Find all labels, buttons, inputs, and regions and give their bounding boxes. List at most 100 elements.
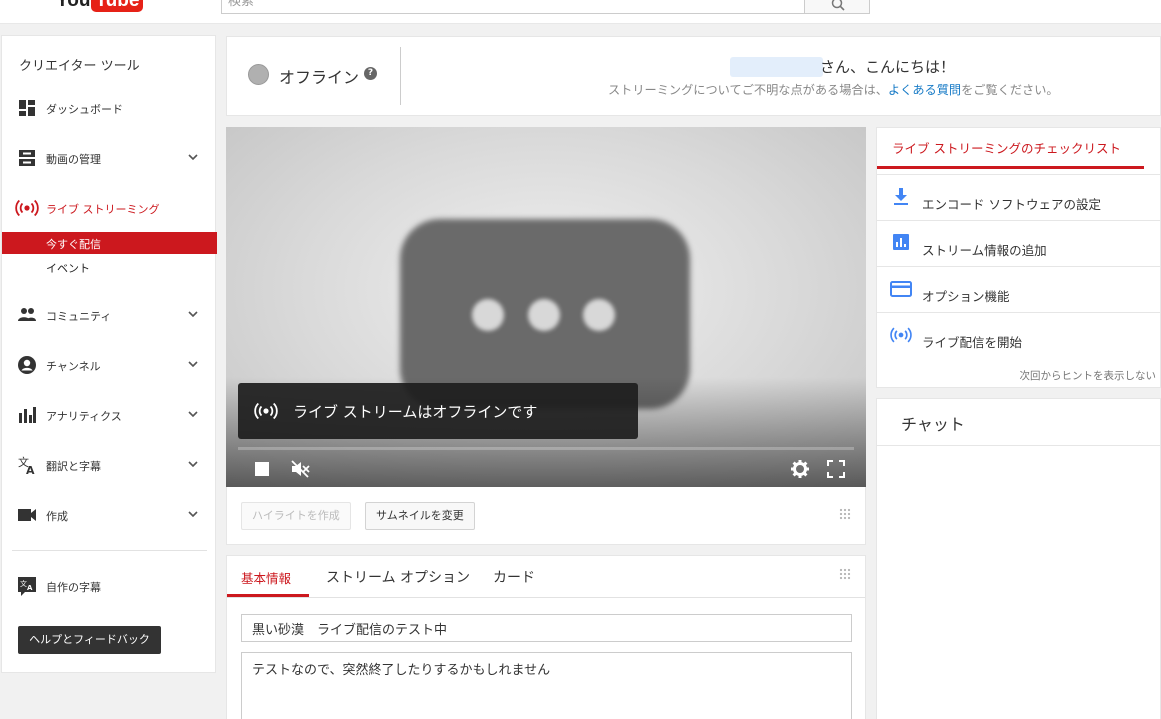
tab-cards[interactable]: カード bbox=[493, 567, 535, 587]
top-bar: You Tube 検索 bbox=[0, 0, 1161, 24]
live-icon bbox=[15, 199, 39, 217]
community-icon bbox=[18, 308, 36, 321]
chevron-down-icon[interactable] bbox=[187, 151, 199, 163]
sidebar-item-live-streaming[interactable]: ライブ ストリーミング bbox=[2, 195, 215, 221]
change-thumbnail-button[interactable]: サムネイルを変更 bbox=[365, 502, 475, 530]
svg-text:A: A bbox=[26, 464, 35, 475]
username-redacted bbox=[730, 57, 823, 77]
chevron-down-icon[interactable] bbox=[187, 508, 199, 520]
chat-divider bbox=[877, 445, 1161, 446]
sidebar-item-video-manager[interactable]: 動画の管理 bbox=[2, 145, 215, 171]
video-manager-icon bbox=[19, 150, 35, 166]
checklist-title: ライブ ストリーミングのチェックリスト bbox=[892, 141, 1121, 156]
sidebar-item-community[interactable]: コミュニティ bbox=[2, 302, 215, 328]
checklist-item-label: エンコード ソフトウェアの設定 bbox=[922, 197, 1101, 212]
sidebar-item-create[interactable]: 作成 bbox=[2, 502, 215, 528]
sidebar-item-label: コミュニティ bbox=[46, 310, 112, 323]
checklist-item-options[interactable]: オプション機能 bbox=[877, 266, 1161, 312]
dashboard-icon bbox=[19, 100, 35, 116]
sidebar-subitem-label: 今すぐ配信 bbox=[46, 238, 101, 251]
sidebar-item-label: ライブ ストリーミング bbox=[46, 203, 160, 216]
sidebar-item-dashboard[interactable]: ダッシュボード bbox=[2, 95, 215, 121]
tab-basic-info[interactable]: 基本情報 bbox=[241, 568, 291, 587]
help-icon[interactable]: ? bbox=[364, 67, 377, 80]
status-text: オフライン bbox=[279, 68, 360, 87]
drag-handle-icon[interactable] bbox=[839, 508, 851, 520]
offline-message: ライブ ストリームはオフラインです bbox=[293, 403, 538, 421]
settings-gear-icon[interactable] bbox=[790, 459, 810, 479]
sidebar: クリエイター ツール ダッシュボード 動画の管理 ライブ ストリーミング 今すぐ… bbox=[1, 35, 217, 673]
download-icon bbox=[894, 188, 908, 205]
offline-banner: ライブ ストリームはオフラインです bbox=[238, 383, 638, 439]
placeholder-dot bbox=[583, 299, 615, 331]
hide-tips-link[interactable]: 次回からヒントを表示しない bbox=[1020, 368, 1157, 383]
checklist-item-encoder[interactable]: エンコード ソフトウェアの設定 bbox=[877, 174, 1161, 220]
chevron-down-icon[interactable] bbox=[187, 408, 199, 420]
stop-icon[interactable] bbox=[252, 459, 272, 479]
placeholder-dot bbox=[528, 299, 560, 331]
search-input[interactable]: 検索 bbox=[221, 0, 805, 14]
checklist-item-label: オプション機能 bbox=[922, 289, 1010, 304]
create-highlight-button[interactable]: ハイライトを作成 bbox=[241, 502, 351, 530]
sidebar-item-your-subtitles[interactable]: 文A 自作の字幕 bbox=[2, 573, 215, 599]
sidebar-item-label: ダッシュボード bbox=[46, 103, 123, 116]
tabs-divider bbox=[227, 597, 865, 598]
channel-icon bbox=[18, 356, 36, 374]
sidebar-subitem-events[interactable]: イベント bbox=[2, 256, 217, 278]
stream-info-card: 基本情報 ストリーム オプション カード テストなので、突然終了したりするかもし… bbox=[226, 555, 866, 719]
status-separator bbox=[400, 47, 401, 105]
translate-icon: 文A bbox=[18, 455, 35, 475]
sidebar-divider bbox=[12, 550, 207, 551]
description-field[interactable]: テストなので、突然終了したりするかもしれません bbox=[241, 652, 852, 719]
help-text: ストリーミングについてご不明な点がある場合は、よくある質問をご覧ください。 bbox=[608, 80, 1059, 98]
title-field[interactable] bbox=[241, 614, 852, 642]
search-button[interactable] bbox=[804, 0, 870, 14]
chevron-down-icon[interactable] bbox=[187, 358, 199, 370]
mute-icon[interactable] bbox=[290, 459, 310, 479]
sidebar-subitem-live-now[interactable]: 今すぐ配信 bbox=[2, 232, 217, 254]
video-player[interactable]: ライブ ストリームはオフラインです bbox=[226, 127, 866, 487]
subtitles-icon: 文A bbox=[18, 577, 36, 596]
player-actions: ハイライトを作成 サムネイルを変更 bbox=[226, 487, 866, 545]
progress-bar[interactable] bbox=[238, 447, 854, 450]
faq-link[interactable]: よくある質問 bbox=[888, 83, 961, 97]
chevron-down-icon[interactable] bbox=[187, 458, 199, 470]
svg-text:文: 文 bbox=[20, 579, 27, 588]
placeholder-dot bbox=[472, 299, 504, 331]
checklist-title-indicator bbox=[877, 166, 1144, 169]
logo-text: You bbox=[56, 0, 91, 11]
sidebar-title: クリエイター ツール bbox=[19, 59, 140, 74]
live-streaming-checklist: ライブ ストリーミングのチェックリスト エンコード ソフトウェアの設定 ストリー… bbox=[876, 127, 1161, 388]
youtube-logo[interactable]: You Tube bbox=[56, 0, 144, 12]
stream-status-card: オフライン ? さん、こんにちは！ ストリーミングについてご不明な点がある場合は… bbox=[226, 36, 1161, 116]
sidebar-item-label: チャンネル bbox=[46, 360, 101, 373]
chevron-down-icon[interactable] bbox=[187, 308, 199, 320]
sidebar-item-channel[interactable]: チャンネル bbox=[2, 352, 215, 378]
tab-stream-options[interactable]: ストリーム オプション bbox=[326, 567, 470, 587]
help-feedback-button[interactable]: ヘルプとフィードバック bbox=[18, 626, 161, 654]
drag-handle-icon[interactable] bbox=[839, 568, 851, 580]
chat-title: チャット bbox=[901, 415, 965, 434]
create-icon bbox=[18, 509, 36, 521]
sidebar-item-analytics[interactable]: アナリティクス bbox=[2, 402, 215, 428]
fullscreen-icon[interactable] bbox=[826, 459, 846, 479]
hamburger-menu-icon[interactable] bbox=[24, 0, 40, 6]
help-text-before: ストリーミングについてご不明な点がある場合は、 bbox=[608, 83, 888, 97]
checklist-item-label: ストリーム情報の追加 bbox=[922, 243, 1047, 258]
checklist-item-start-live[interactable]: ライブ配信を開始 bbox=[877, 312, 1161, 358]
broadcast-icon bbox=[254, 402, 278, 420]
chat-panel: チャット bbox=[876, 398, 1161, 719]
checklist-item-label: ライブ配信を開始 bbox=[922, 335, 1023, 350]
svg-text:A: A bbox=[27, 584, 33, 592]
help-text-after: をご覧ください。 bbox=[961, 83, 1059, 97]
greeting-text: さん、こんにちは！ bbox=[820, 58, 956, 76]
sidebar-subitem-label: イベント bbox=[46, 262, 90, 275]
logo-tube: Tube bbox=[91, 0, 144, 12]
sidebar-item-translations[interactable]: 文A 翻訳と字幕 bbox=[2, 452, 215, 478]
sidebar-item-label: 自作の字幕 bbox=[46, 581, 101, 594]
sidebar-item-label: 動画の管理 bbox=[46, 153, 101, 166]
checklist-item-stream-info[interactable]: ストリーム情報の追加 bbox=[877, 220, 1161, 266]
chart-icon bbox=[893, 234, 909, 250]
sidebar-item-label: 作成 bbox=[46, 510, 68, 523]
card-icon bbox=[890, 281, 912, 297]
